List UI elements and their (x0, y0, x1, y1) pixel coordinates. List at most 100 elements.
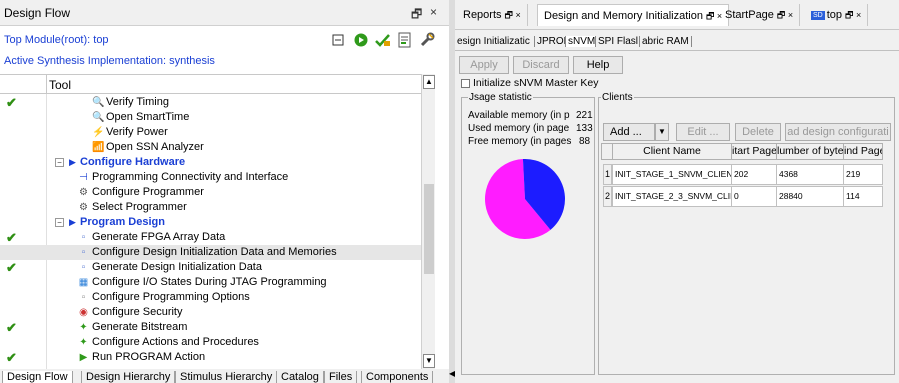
tree-item[interactable]: ▫ Configure Programming Options (0, 290, 434, 305)
tab-label: Design and Memory Initialization (544, 10, 703, 22)
column-header-bytes[interactable]: lumber of byte (776, 143, 844, 160)
tree-item[interactable]: 📶 Open SSN Analyzer (0, 140, 434, 155)
tool-icon: 🔍 (92, 97, 105, 108)
bytes-cell[interactable]: 4368 (776, 164, 844, 185)
available-memory-value: 221 (576, 110, 593, 121)
subtab-snvm[interactable]: sNVM (565, 36, 596, 47)
tree-item[interactable]: ✔ ▶ Run PROGRAM Action (0, 350, 434, 365)
tab-stimulus-hierarchy[interactable]: Stimulus Hierarchy (175, 371, 278, 383)
top-module-link[interactable]: Top Module(root): top (4, 34, 109, 46)
tab-files[interactable]: Files (324, 371, 358, 383)
column-header-client-name[interactable]: Client Name (612, 143, 732, 160)
checkmark-icon: ✔ (6, 320, 17, 335)
add-dropdown-chevron-icon[interactable]: ▼ (655, 123, 669, 141)
checkbox-label: Initialize sNVM Master Key (473, 77, 599, 89)
tree-category[interactable]: − ▶ Program Design (0, 215, 434, 230)
edit-client-button[interactable]: Edit ... (676, 123, 730, 141)
subtab-spi-flash[interactable]: SPI Flasl (595, 36, 638, 47)
tree-item[interactable]: ⊣ Programming Connectivity and Interface (0, 170, 434, 185)
tree-item-label: Configure Design Initialization Data and… (92, 246, 337, 258)
checkmark-icon: ✔ (6, 230, 17, 245)
tab-components[interactable]: Components (361, 371, 434, 383)
tab-startpage[interactable]: StartPage 🗗 × (719, 4, 801, 26)
run-icon[interactable] (352, 31, 370, 49)
tool-icon: ⚡ (92, 127, 105, 138)
end-page-cell[interactable]: 114 (843, 186, 883, 207)
bytes-cell[interactable]: 28840 (776, 186, 844, 207)
tree-item-label: Open SSN Analyzer (106, 141, 204, 153)
scroll-up-icon[interactable]: ▲ (423, 75, 435, 89)
tool-icon: ▫ (81, 292, 86, 303)
category-arrow-icon: ▶ (69, 157, 76, 167)
wrench-icon[interactable] (418, 31, 436, 49)
tree-item[interactable]: ◉ Configure Security (0, 305, 434, 320)
tree-item[interactable]: ✔ 🔍 Verify Timing (0, 95, 434, 110)
tool-icon: ⊣ (79, 172, 88, 183)
tab-label: Reports (463, 9, 502, 21)
category-arrow-icon: ▶ (69, 217, 76, 227)
bottom-tab-bar: Design Flow Design Hierarchy Stimulus Hi… (0, 369, 449, 383)
client-name-cell[interactable]: INIT_STAGE_1_SNVM_CLIENT (612, 164, 732, 185)
help-button[interactable]: Help (573, 56, 623, 74)
tree-item[interactable]: ✔ ▫ Generate FPGA Array Data (0, 230, 434, 245)
free-memory-label: Free memory (in pages (468, 136, 572, 147)
start-page-cell[interactable]: 202 (731, 164, 777, 185)
tree-item[interactable]: ✔ ▫ Generate Design Initialization Data (0, 260, 434, 275)
restore-close-icon[interactable]: 🗗 × (845, 10, 861, 20)
tree-item[interactable]: ▦ Configure I/O States During JTAG Progra… (0, 275, 434, 290)
apply-button[interactable]: Apply (459, 56, 509, 74)
tree-category[interactable]: − ▶ Configure Hardware (0, 155, 434, 170)
tree-item-label: Configure Actions and Procedures (92, 336, 259, 348)
tree-item-label: Open SmartTime (106, 111, 190, 123)
tree-item-label: Configure Programming Options (92, 291, 250, 303)
column-header-end-page[interactable]: ind Page (843, 143, 883, 160)
tree-item[interactable]: ▫ Configure Design Initialization Data an… (0, 245, 434, 260)
load-design-config-button[interactable]: ad design configurati (785, 123, 891, 141)
tree-item[interactable]: 🔍 Open SmartTime (0, 110, 434, 125)
tree-item[interactable]: ⚙ Select Programmer (0, 200, 434, 215)
tree-item[interactable]: ✔ ✦ Generate Bitstream (0, 320, 434, 335)
collapse-toggle-icon[interactable]: − (55, 218, 64, 227)
collapse-toggle-icon[interactable]: − (55, 158, 64, 167)
tree-item-label: Generate FPGA Array Data (92, 231, 226, 243)
check-run-icon[interactable] (374, 31, 392, 49)
subtab-fabric-ram[interactable]: abric RAM (639, 36, 692, 47)
close-icon[interactable]: × (430, 5, 437, 19)
checkbox[interactable] (461, 79, 470, 88)
delete-client-button[interactable]: Delete (735, 123, 781, 141)
tab-catalog[interactable]: Catalog (276, 371, 324, 383)
subtab-design-init[interactable]: esign Initializatic (457, 36, 530, 47)
used-memory-label: Used memory (in page (468, 123, 570, 134)
row-number: 2 (603, 186, 612, 207)
restore-close-icon[interactable]: 🗗 × (505, 10, 521, 20)
smartdesign-icon: SD (811, 10, 825, 20)
active-implementation-link[interactable]: Active Synthesis Implementation: synthes… (4, 55, 215, 67)
add-client-button[interactable]: Add ... (603, 123, 655, 141)
client-name-cell[interactable]: INIT_STAGE_2_3_SNVM_CLIENT (612, 186, 732, 207)
tree-item[interactable]: ⚙ Configure Programmer (0, 185, 434, 200)
tab-reports[interactable]: Reports 🗗 × (457, 4, 528, 26)
scroll-thumb[interactable] (424, 184, 434, 274)
tab-design-flow[interactable]: Design Flow (2, 371, 73, 383)
tab-design-memory-init[interactable]: Design and Memory Initialization 🗗 × (537, 4, 730, 26)
restore-close-icon[interactable]: 🗗 × (777, 10, 793, 20)
tab-top[interactable]: SD top 🗗 × (805, 4, 869, 26)
vertical-scrollbar[interactable]: ▲ ▼ (421, 74, 435, 369)
column-header-start-page[interactable]: itart Page (731, 143, 777, 160)
tool-icon: ⚙ (79, 202, 88, 213)
discard-button[interactable]: Discard (513, 56, 569, 74)
tool-column-header[interactable]: Tool (49, 78, 71, 92)
restore-icon[interactable]: 🗗 (411, 5, 422, 26)
start-page-cell[interactable]: 0 (731, 186, 777, 207)
tool-icon: ▦ (78, 277, 89, 288)
tree-item[interactable]: ⚡ Verify Power (0, 125, 434, 140)
end-page-cell[interactable]: 219 (843, 164, 883, 185)
report-icon[interactable] (395, 31, 413, 49)
checkmark-icon: ✔ (6, 95, 17, 110)
design-flow-titlebar: Design Flow 🗗 × (0, 0, 449, 26)
collapse-icon[interactable] (329, 31, 347, 49)
scroll-down-icon[interactable]: ▼ (423, 354, 435, 368)
tree-item[interactable]: ✦ Configure Actions and Procedures (0, 335, 434, 350)
tab-design-hierarchy[interactable]: Design Hierarchy (81, 371, 176, 383)
memory-init-panel: Reports 🗗 × Design and Memory Initializat… (455, 0, 899, 383)
